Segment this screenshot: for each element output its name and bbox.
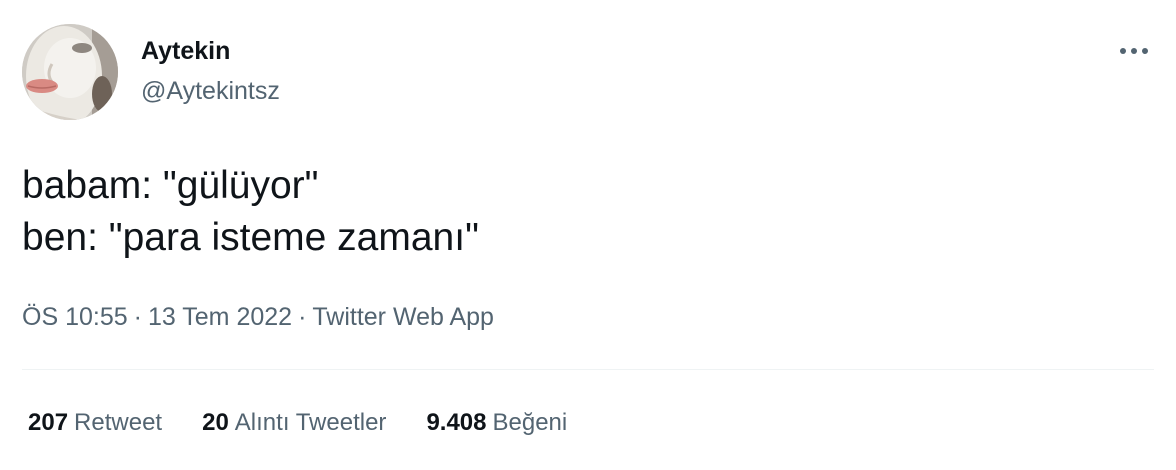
quotes-label: Alıntı Tweetler [234, 409, 387, 436]
tweet-stats: 207 Retweet 20 Alıntı Tweetler 9.408 Beğeni [28, 406, 607, 440]
meta-separator: · [133, 303, 142, 331]
meta-separator: · [298, 303, 307, 331]
retweets-stat[interactable]: 207 Retweet [28, 406, 162, 440]
tweet-text: babam: "gülüyor" ben: "para isteme zaman… [22, 160, 1142, 264]
retweets-label: Retweet [74, 409, 163, 436]
tweet-line-1: babam: "gülüyor" [22, 164, 319, 207]
quotes-count: 20 [202, 409, 229, 436]
author-handle[interactable]: @Aytekintsz [141, 76, 280, 106]
tweet-meta: ÖS 10:55 · 13 Tem 2022 · Twitter Web App [22, 300, 494, 334]
divider [22, 369, 1154, 370]
retweets-count: 207 [28, 409, 69, 436]
likes-stat[interactable]: 9.408 Beğeni [426, 406, 567, 440]
tweet-date[interactable]: 13 Tem 2022 [148, 303, 292, 331]
likes-label: Beğeni [492, 409, 568, 436]
author-display-name[interactable]: Aytekin [141, 36, 230, 66]
tweet-line-2: ben: "para isteme zamanı" [22, 216, 479, 259]
tweet-card: Aytekin @Aytekintsz babam: "gülüyor" ben… [0, 0, 1176, 470]
avatar-image [22, 24, 118, 120]
more-options-button[interactable] [1112, 36, 1156, 66]
quotes-stat[interactable]: 20 Alıntı Tweetler [202, 406, 386, 440]
avatar[interactable] [22, 24, 118, 120]
tweet-source[interactable]: Twitter Web App [312, 303, 494, 331]
tweet-timestamp[interactable]: ÖS 10:55 [22, 303, 128, 331]
likes-count: 9.408 [426, 409, 487, 436]
more-dots-icon [1120, 48, 1148, 54]
